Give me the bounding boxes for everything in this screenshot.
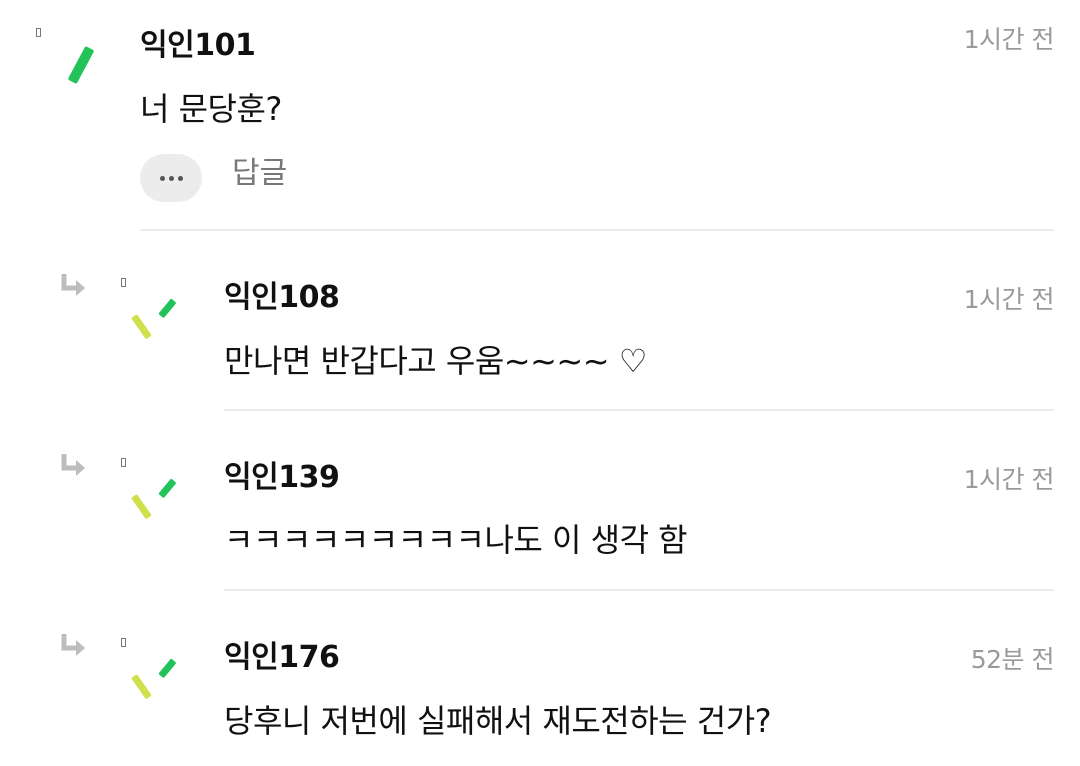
comment-text: 너 문당훈? xyxy=(140,90,282,128)
comment-divider xyxy=(224,589,1054,591)
badge-marker-icon xyxy=(121,638,126,647)
more-options-button[interactable] xyxy=(140,154,202,202)
comment-timestamp: 1시간 전 xyxy=(963,465,1055,494)
comment-text: 만나면 반갑다고 우움~~~~ ♡ xyxy=(224,342,647,380)
reply-button[interactable]: 답글 xyxy=(232,154,287,194)
badge-marker-icon xyxy=(121,458,126,467)
comment-author[interactable]: 익인139 xyxy=(224,452,340,496)
comment-author[interactable]: 익인108 xyxy=(224,272,340,316)
badge-marker-icon xyxy=(36,28,41,37)
comment-divider xyxy=(140,229,1054,231)
comment-text: 당후니 저번에 실패해서 재도전하는 건가? xyxy=(224,702,772,740)
comment-timestamp: 1시간 전 xyxy=(963,285,1055,314)
reply-arrow-icon xyxy=(61,634,85,656)
reply-arrow-icon xyxy=(61,454,85,476)
anonymous-avatar-icon[interactable] xyxy=(128,292,188,352)
comment-author[interactable]: 익인176 xyxy=(224,632,340,676)
more-horizontal-icon xyxy=(159,175,165,181)
comment-text: ㅋㅋㅋㅋㅋㅋㅋㅋㅋ나도 이 생각 함 xyxy=(224,521,688,559)
anonymous-avatar-icon[interactable] xyxy=(52,40,112,100)
anonymous-avatar-icon[interactable] xyxy=(128,652,188,712)
comment-timestamp: 52분 전 xyxy=(970,645,1055,674)
comment-divider xyxy=(224,409,1054,411)
anonymous-avatar-icon[interactable] xyxy=(128,472,188,532)
badge-marker-icon xyxy=(121,278,126,287)
comment-author[interactable]: 익인101 xyxy=(140,20,256,64)
reply-arrow-icon xyxy=(61,274,85,296)
comment-timestamp: 1시간 전 xyxy=(963,25,1055,54)
